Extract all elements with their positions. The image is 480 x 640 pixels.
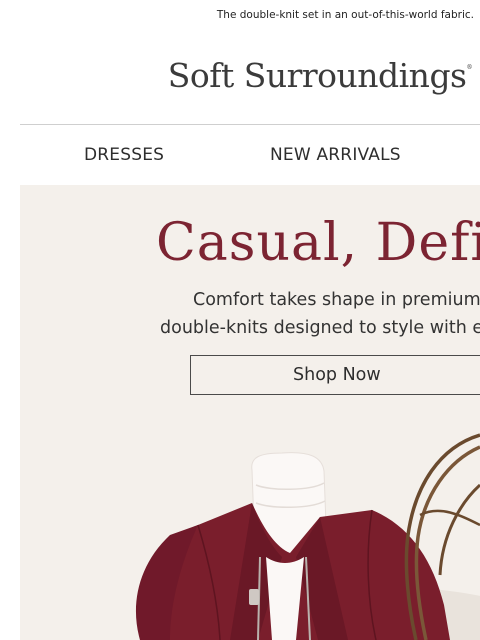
brand-logo[interactable]: Soft Surroundings®: [167, 56, 473, 95]
header-divider: [20, 124, 480, 125]
nav-item-new-arrivals[interactable]: NEW ARRIVALS: [270, 145, 401, 165]
brand-name: Soft Surroundings: [167, 56, 467, 95]
nav-item-dresses[interactable]: DRESSES: [84, 145, 164, 165]
hero-product-image: [135, 433, 480, 640]
main-nav: DRESSES NEW ARRIVALS: [0, 145, 480, 169]
preheader-text: The double-knit set in an out-of-this-wo…: [216, 9, 474, 21]
hero-banner[interactable]: Casual, Define Comfort takes shape in pr…: [20, 185, 480, 640]
zipper-pull: [249, 589, 259, 605]
registered-mark: ®: [466, 64, 473, 71]
